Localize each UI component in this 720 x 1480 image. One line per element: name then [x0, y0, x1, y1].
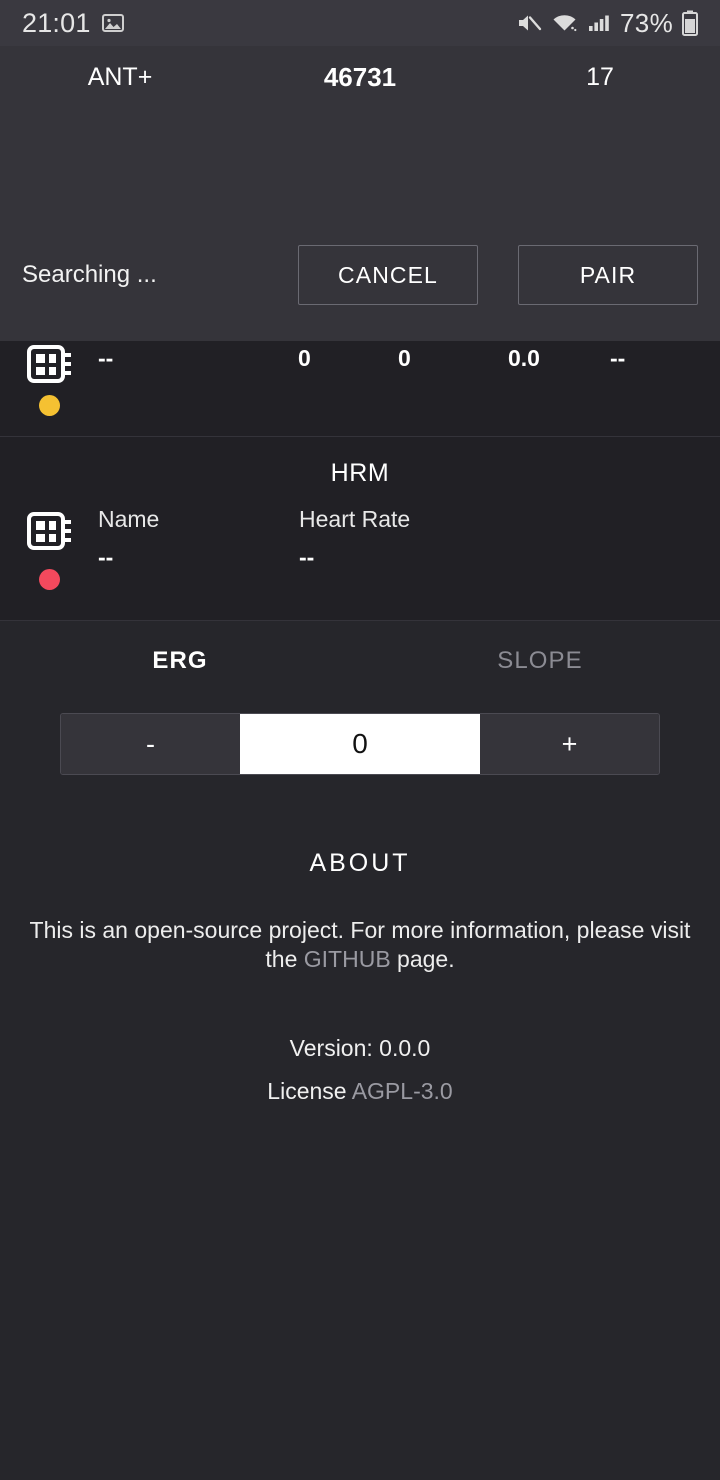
app-bar-device-id: 46731	[323, 62, 397, 92]
stepper-decrement-button[interactable]: -	[61, 714, 240, 774]
about-text-after: page.	[390, 945, 455, 972]
hrm-name-value: --	[98, 544, 114, 570]
hrm-sensor-chip-icon	[26, 508, 74, 556]
device-values-row: -- 0 0 0.0 --	[0, 345, 720, 385]
status-bar-right: 73%	[516, 8, 698, 39]
status-bar: 21:01 73%	[0, 0, 720, 46]
pair-button[interactable]: PAIR	[518, 245, 698, 305]
tab-slope[interactable]: SLOPE	[360, 647, 720, 713]
device-row-clipped[interactable]: -- 0 0 0.0 --	[0, 341, 720, 437]
pair-dialog-row: Searching ... CANCEL PAIR	[0, 245, 720, 305]
hrm-heart-rate-label: Heart Rate	[299, 506, 411, 532]
hrm-card[interactable]: HRM Name -- Heart Rate --	[0, 437, 720, 621]
about-section: ABOUT This is an open-source project. Fo…	[0, 849, 720, 1105]
battery-percent-label: 73%	[620, 7, 673, 38]
license-label: License	[267, 1078, 352, 1105]
stepper-increment-button[interactable]: +	[480, 714, 659, 774]
hrm-column-name: Name --	[98, 506, 159, 571]
battery-icon	[682, 10, 698, 36]
status-bar-left: 21:01	[22, 8, 125, 39]
app-bar: ANT+ 46731 17	[0, 46, 720, 109]
wifi-icon	[551, 11, 578, 35]
github-link[interactable]: GITHUB	[304, 946, 391, 972]
app-bar-counter: 17	[586, 63, 614, 91]
pair-dialog: Searching ... CANCEL PAIR	[0, 109, 720, 341]
signal-icon	[587, 11, 611, 35]
tab-erg[interactable]: ERG	[0, 647, 360, 713]
app-bar-protocol: ANT+	[87, 63, 153, 91]
hrm-column-heart-rate: Heart Rate --	[299, 506, 410, 571]
license-row: License AGPL-3.0	[0, 1078, 720, 1105]
about-title: ABOUT	[309, 849, 411, 877]
stepper-value-input[interactable]: 0	[240, 714, 480, 774]
device-value-name: --	[98, 345, 114, 371]
status-clock: 21:01	[22, 7, 91, 38]
hrm-heart-rate-value: --	[299, 544, 315, 570]
license-link[interactable]: AGPL-3.0	[352, 1078, 453, 1104]
search-status-label: Searching ...	[22, 261, 157, 288]
hrm-title: HRM	[330, 459, 390, 487]
device-status-dot	[39, 395, 60, 416]
cancel-button[interactable]: CANCEL	[298, 245, 478, 305]
hrm-status-dot	[39, 569, 60, 590]
device-value-cadence: 0	[398, 345, 411, 371]
hrm-name-label: Name	[98, 506, 160, 532]
about-description: This is an open-source project. For more…	[0, 916, 720, 973]
device-value-speed: 0.0	[508, 345, 540, 371]
device-value-extra: --	[610, 345, 626, 371]
mode-tabs: ERG SLOPE	[0, 621, 720, 713]
device-value-power: 0	[298, 345, 311, 371]
target-stepper: - 0 +	[60, 713, 660, 775]
mute-icon	[516, 11, 542, 35]
image-icon	[101, 11, 125, 35]
device-row-clipped-inner: -- 0 0 0.0 --	[0, 341, 720, 436]
version-label: Version: 0.0.0	[289, 1035, 431, 1062]
